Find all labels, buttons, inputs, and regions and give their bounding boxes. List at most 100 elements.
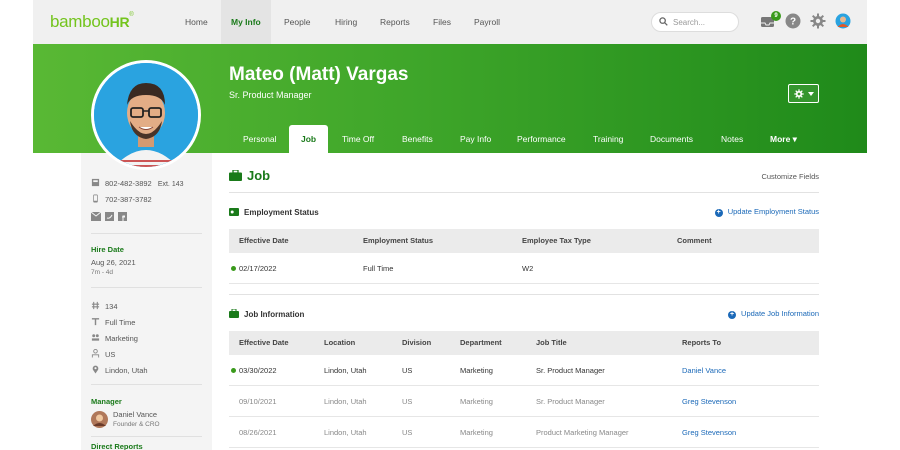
briefcase-icon (229, 309, 239, 318)
tab-training[interactable]: Training (583, 125, 633, 153)
add-icon: + (714, 209, 723, 217)
column-header[interactable]: Division (402, 331, 431, 355)
settings-dropdown-button[interactable] (788, 84, 819, 103)
hire-date: Aug 26, 2021 (91, 258, 136, 267)
country-row: US (91, 349, 115, 359)
nav-item-my-info[interactable]: My Info (221, 0, 271, 44)
help-icon[interactable]: ? (785, 13, 801, 29)
tab-job[interactable]: Job (289, 125, 329, 153)
manager-name[interactable]: Daniel Vance (113, 410, 157, 419)
tab-notes[interactable]: Notes (711, 125, 753, 153)
column-header[interactable]: Location (324, 331, 355, 355)
column-header[interactable]: Effective Date (239, 331, 289, 355)
gear-icon[interactable] (810, 13, 826, 29)
column-header[interactable]: Reports To (682, 331, 721, 355)
hire-date-label: Hire Date (91, 245, 124, 254)
job-content: Job Customize Fields Employment Status +… (229, 153, 819, 450)
manager-label: Manager (91, 397, 122, 406)
table-cell: Lindon, Utah (324, 428, 367, 437)
nav-item-people[interactable]: People (274, 0, 320, 44)
employment-type-row: Full Time (91, 317, 135, 327)
chevron-down-icon (808, 92, 814, 96)
location-pin-icon (92, 365, 99, 374)
table-cell: 09/10/2021 (239, 397, 277, 406)
tab-more[interactable]: More ▾ (760, 125, 807, 153)
table-cell: US (402, 366, 413, 375)
country: US (105, 350, 116, 359)
team-icon (91, 334, 100, 341)
tab-personal[interactable]: Personal (233, 125, 287, 153)
column-header[interactable]: Comment (677, 229, 712, 253)
update-employment-status-link[interactable]: + Update Employment Status (714, 207, 819, 217)
gear-icon (794, 89, 804, 99)
mobile-phone-row: 702-387-3782 (91, 194, 152, 204)
table-cell: Sr. Product Manager (536, 397, 605, 406)
table-cell: Full Time (363, 264, 394, 273)
table-cell: Marketing (460, 397, 493, 406)
reports-to-link[interactable]: Greg Stevenson (682, 386, 736, 417)
column-header[interactable]: Employee Tax Type (522, 229, 591, 253)
manager-avatar[interactable] (91, 411, 108, 428)
customize-fields-link[interactable]: Customize Fields (761, 172, 819, 181)
nav-item-reports[interactable]: Reports (370, 0, 420, 44)
svg-text:?: ? (790, 17, 796, 28)
table-cell: 03/30/2022 (239, 366, 277, 375)
search-placeholder: Search... (673, 18, 706, 27)
column-header[interactable]: Effective Date (239, 229, 289, 253)
current-indicator (231, 266, 236, 271)
facebook-icon[interactable] (118, 212, 128, 221)
employment-status-title: Employment Status (229, 207, 319, 217)
tab-performance[interactable]: Performance (507, 125, 576, 153)
employee-number-row: 134 (91, 301, 118, 311)
table-row[interactable]: 03/30/2022 Lindon, Utah US Marketing Sr.… (229, 355, 819, 386)
user-avatar[interactable] (835, 13, 851, 29)
table-row[interactable]: 08/26/2021 Lindon, Utah US Marketing Pro… (229, 417, 819, 448)
section-divider (229, 192, 819, 193)
job-information-table-header: Effective Date Location Division Departm… (229, 331, 819, 355)
logo-text: bamboo (50, 12, 110, 31)
table-cell: US (402, 428, 413, 437)
update-job-information-link[interactable]: + Update Job Information (728, 309, 819, 319)
mobile-icon (93, 194, 98, 203)
search-icon (659, 17, 668, 26)
reports-to-link[interactable]: Greg Stevenson (682, 417, 736, 448)
twitter-icon[interactable] (105, 212, 115, 221)
briefcase-icon (229, 170, 242, 181)
employee-title: Sr. Product Manager (229, 90, 312, 100)
email-icon[interactable] (90, 211, 102, 221)
job-section-title: Job (229, 168, 270, 183)
bamboohr-logo[interactable]: bambooHR® (50, 12, 134, 32)
tab-benefits[interactable]: Benefits (392, 125, 443, 153)
tab-time-off[interactable]: Time Off (332, 125, 384, 153)
hash-icon (91, 301, 100, 310)
sidebar-divider (91, 287, 202, 288)
nav-item-home[interactable]: Home (175, 0, 218, 44)
table-cell: W2 (522, 264, 534, 273)
tenure: 7m - 4d (91, 269, 114, 276)
tab-documents[interactable]: Documents (640, 125, 703, 153)
work-phone[interactable]: 802-482-3892 (105, 179, 152, 188)
column-header[interactable]: Employment Status (363, 229, 433, 253)
column-header[interactable]: Department (460, 331, 502, 355)
reports-to-link[interactable]: Daniel Vance (682, 355, 726, 386)
employment-status-table-header: Effective Date Employment Status Employe… (229, 229, 819, 253)
table-cell: Lindon, Utah (324, 366, 367, 375)
mobile-phone[interactable]: 702-387-3782 (105, 195, 152, 204)
location-row: Lindon, Utah (91, 365, 148, 375)
notification-badge: 9 (771, 11, 781, 21)
column-header[interactable]: Job Title (536, 331, 567, 355)
social-links (90, 211, 128, 223)
table-row[interactable]: 09/10/2021 Lindon, Utah US Marketing Sr.… (229, 386, 819, 417)
nav-item-payroll[interactable]: Payroll (464, 0, 510, 44)
sidebar-divider (91, 233, 202, 234)
table-cell: Lindon, Utah (324, 397, 367, 406)
phone-icon (91, 178, 100, 187)
pin-icon (91, 318, 100, 326)
nav-item-files[interactable]: Files (423, 0, 461, 44)
manager-title: Founder & CRO (113, 421, 160, 428)
top-navigation: bambooHR® Home My Info People Hiring Rep… (33, 0, 867, 44)
table-row[interactable]: 02/17/2022 Full Time W2 (229, 253, 819, 284)
tab-pay-info[interactable]: Pay Info (450, 125, 501, 153)
search-input[interactable]: Search... (651, 12, 739, 32)
nav-item-hiring[interactable]: Hiring (325, 0, 367, 44)
